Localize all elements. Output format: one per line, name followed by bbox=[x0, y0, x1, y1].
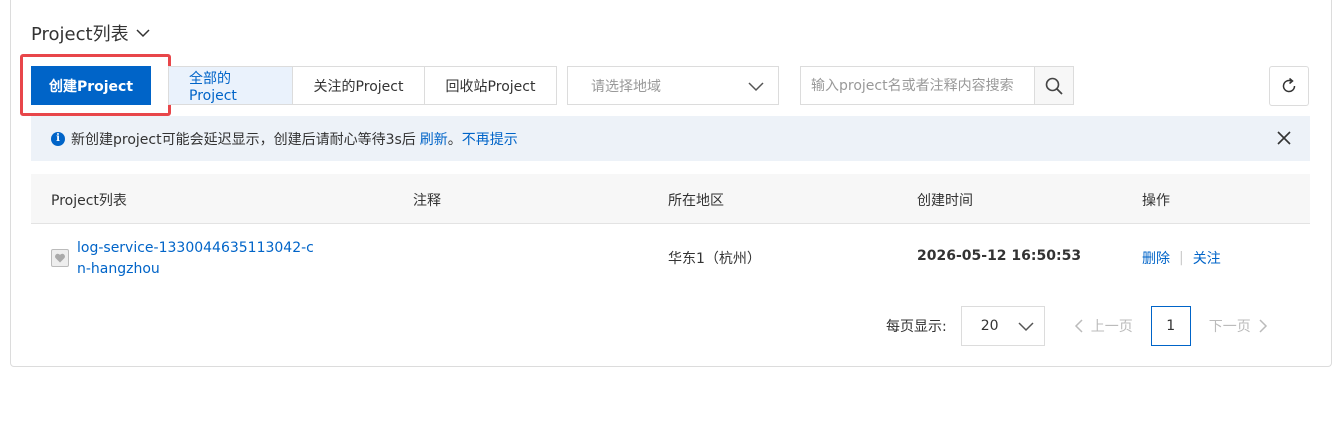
info-icon: i bbox=[51, 131, 65, 146]
page-size-label: 每页显示: bbox=[886, 319, 947, 335]
chevron-right-icon bbox=[1259, 319, 1267, 333]
follow-link[interactable]: 关注 bbox=[1193, 248, 1221, 268]
page-number-current[interactable]: 1 bbox=[1150, 306, 1191, 346]
column-header-created: 创建时间 bbox=[917, 193, 973, 209]
project-filter-tabs: 全部的Project 关注的Project 回收站Project bbox=[168, 66, 557, 105]
page-title[interactable]: Project列表 bbox=[31, 20, 151, 46]
project-name-link[interactable]: log-service-1330044635113042-cn-hangzhou bbox=[77, 238, 317, 280]
next-page-button[interactable]: 下一页 bbox=[1209, 316, 1269, 336]
chevron-down-icon bbox=[1018, 322, 1034, 332]
pagination: 每页显示: 20 上一页 1 下一页 bbox=[886, 306, 1269, 346]
action-divider: | bbox=[1179, 250, 1184, 266]
page-title-text: Project列表 bbox=[31, 24, 129, 45]
notice-dismiss-link[interactable]: 不再提示 bbox=[462, 129, 518, 149]
close-icon[interactable] bbox=[1276, 130, 1292, 146]
project-actions: 删除 | 关注 bbox=[1142, 248, 1221, 268]
notice-banner: i 新创建project可能会延迟显示，创建后请耐心等待3s后 刷新 。 不再提… bbox=[31, 116, 1310, 161]
page-size-value: 20 bbox=[980, 318, 999, 334]
table-header: Project列表 注释 所在地区 创建时间 操作 bbox=[31, 174, 1310, 224]
table-row: log-service-1330044635113042-cn-hangzhou… bbox=[31, 224, 1310, 290]
notice-separator: 。 bbox=[447, 131, 462, 148]
create-project-button[interactable]: 创建Project bbox=[31, 66, 151, 105]
search-input[interactable] bbox=[801, 67, 1034, 104]
chevron-down-icon bbox=[748, 82, 764, 92]
prev-page-label: 上一页 bbox=[1090, 319, 1133, 335]
column-header-project: Project列表 bbox=[51, 193, 127, 209]
region-select[interactable]: 请选择地域 bbox=[567, 66, 779, 105]
tab-followed-projects[interactable]: 关注的Project bbox=[293, 67, 425, 104]
refresh-button[interactable] bbox=[1269, 66, 1309, 106]
next-page-label: 下一页 bbox=[1208, 319, 1251, 335]
notice-text: 新创建project可能会延迟显示，创建后请耐心等待3s后 bbox=[71, 131, 416, 148]
column-header-comment: 注释 bbox=[413, 193, 441, 209]
project-created-time: 2026-05-12 16:50:53 bbox=[917, 248, 1082, 264]
delete-link[interactable]: 删除 bbox=[1142, 248, 1170, 268]
prev-page-button[interactable]: 上一页 bbox=[1073, 316, 1133, 336]
column-header-actions: 操作 bbox=[1142, 193, 1170, 209]
project-region: 华东1（杭州） bbox=[668, 251, 761, 267]
chevron-down-icon bbox=[136, 29, 150, 38]
page-size-select[interactable]: 20 bbox=[960, 306, 1045, 346]
search-box bbox=[800, 66, 1074, 105]
tab-recycle-bin-projects[interactable]: 回收站Project bbox=[425, 67, 556, 104]
notice-refresh-link[interactable]: 刷新 bbox=[420, 129, 448, 149]
region-select-placeholder: 请选择地域 bbox=[591, 78, 661, 95]
tab-all-projects[interactable]: 全部的Project bbox=[169, 67, 293, 104]
search-icon bbox=[1045, 77, 1063, 95]
refresh-icon bbox=[1282, 77, 1296, 93]
search-button[interactable] bbox=[1034, 67, 1073, 104]
heart-icon[interactable] bbox=[51, 249, 69, 267]
column-header-region: 所在地区 bbox=[668, 193, 724, 209]
chevron-left-icon bbox=[1074, 319, 1083, 333]
